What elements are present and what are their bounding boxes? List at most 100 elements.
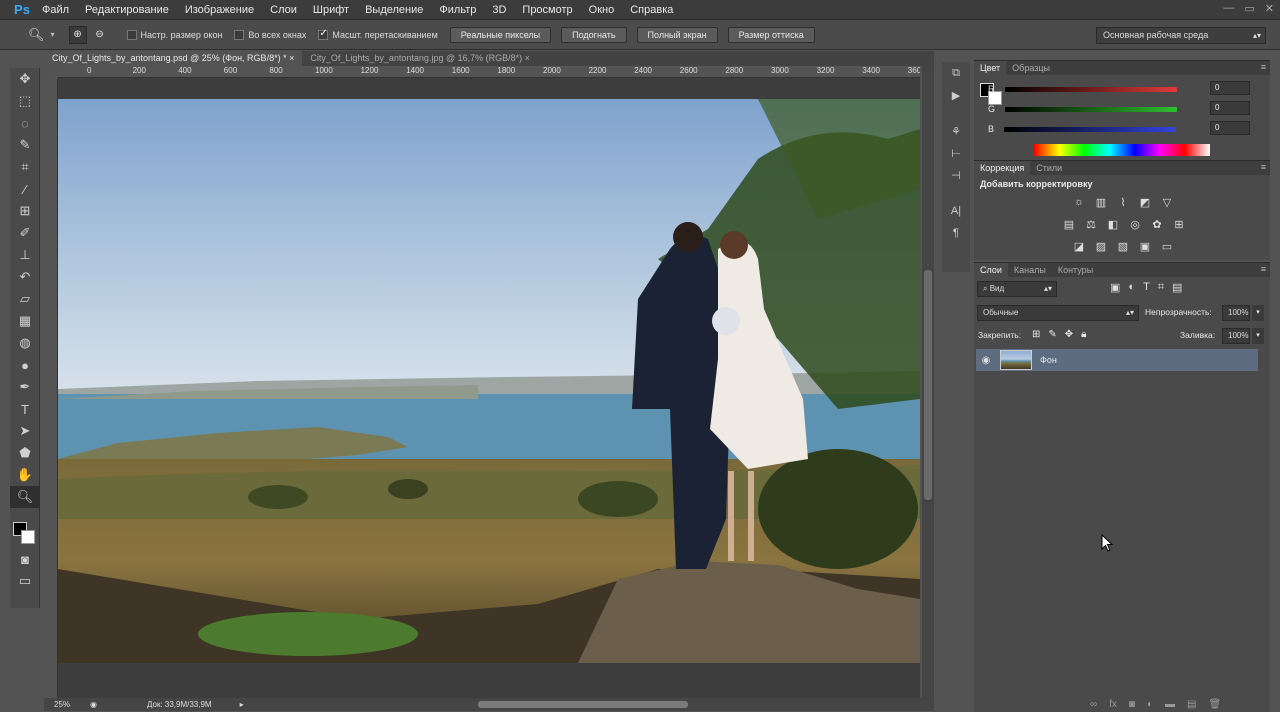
layer-style-icon[interactable]: fx	[1109, 699, 1117, 710]
all-windows-checkbox[interactable]: Во всех окнах	[234, 29, 306, 40]
lock-pixels-icon[interactable]: ✎	[1048, 329, 1056, 340]
tool-presets-icon[interactable]: ⚘	[942, 120, 970, 142]
horizontal-scroll-thumb[interactable]	[478, 701, 688, 708]
tool-preset-chevron-icon[interactable]: ▾	[51, 30, 55, 39]
character-icon[interactable]: A|	[942, 200, 970, 222]
status-arrow-icon[interactable]: ▸	[240, 700, 244, 709]
pixel-filter-icon[interactable]: ▣	[1110, 281, 1120, 294]
tab-jpg[interactable]: City_Of_Lights_by_antontang.jpg @ 16,7% …	[302, 51, 538, 66]
paragraph-icon[interactable]: ¶	[942, 222, 970, 244]
tab-paths[interactable]: Контуры	[1052, 263, 1099, 277]
zoom-level[interactable]: 25%	[54, 700, 84, 709]
menu-filter[interactable]: Фильтр	[431, 0, 484, 20]
lock-all-icon[interactable]: 🔒︎	[1081, 329, 1086, 340]
lock-transparency-icon[interactable]: ⊞	[1032, 329, 1040, 340]
close-icon[interactable]: ✕	[1265, 2, 1274, 15]
panel-menu-icon[interactable]: ≡	[1261, 62, 1266, 72]
shape-tool-icon[interactable]: ⬟	[10, 442, 40, 464]
history-brush-tool-icon[interactable]: ↶	[10, 266, 40, 288]
workspace-select[interactable]: Основная рабочая среда ▴▾	[1096, 27, 1266, 44]
shape-filter-icon[interactable]: ⌗	[1158, 281, 1164, 294]
menu-image[interactable]: Изображение	[177, 0, 262, 20]
maximize-icon[interactable]: ▭	[1244, 2, 1254, 15]
color-lookup-icon[interactable]: ⊞	[1169, 216, 1189, 232]
gradient-tool-icon[interactable]: ▦	[10, 310, 40, 332]
menu-type[interactable]: Шрифт	[305, 0, 357, 20]
resize-windows-checkbox[interactable]: Настр. размер окон	[126, 29, 222, 40]
eye-visibility-icon[interactable]: ◉	[976, 355, 996, 366]
green-value[interactable]: 0	[1210, 101, 1250, 115]
move-tool-icon[interactable]: ✥	[10, 68, 40, 90]
new-adjustment-icon[interactable]: ◐	[1147, 699, 1153, 710]
eraser-tool-icon[interactable]: ▱	[10, 288, 40, 310]
layer-mask-icon[interactable]: ◙	[1129, 699, 1135, 710]
close-tab-icon[interactable]: ×	[289, 53, 294, 63]
zoom-tool-icon[interactable]: 🔍︎	[28, 27, 45, 43]
opacity-input[interactable]: 100%	[1222, 305, 1250, 321]
healing-brush-tool-icon[interactable]: ⊞	[10, 200, 40, 222]
tab-swatches[interactable]: Образцы	[1006, 61, 1056, 75]
document-image[interactable]	[58, 99, 920, 663]
close-tab-icon[interactable]: ×	[525, 53, 530, 63]
menu-help[interactable]: Справка	[622, 0, 681, 20]
hand-tool-icon[interactable]: ✋	[10, 464, 40, 486]
menu-view[interactable]: Просмотр	[514, 0, 580, 20]
blue-value[interactable]: 0	[1210, 121, 1250, 135]
blend-mode-select[interactable]: Обычные ▴▾	[977, 305, 1139, 321]
posterize-icon[interactable]: ▨	[1091, 238, 1111, 254]
actions-icon[interactable]: ▶	[942, 84, 970, 106]
black-white-icon[interactable]: ◧	[1103, 216, 1123, 232]
link-layers-icon[interactable]: ∞	[1090, 699, 1097, 710]
green-slider[interactable]: G	[988, 102, 1178, 116]
brush-icon[interactable]: ⊢	[942, 142, 970, 164]
fill-dropdown-icon[interactable]: ▾	[1252, 328, 1264, 344]
tab-styles[interactable]: Стили	[1030, 161, 1068, 175]
minimize-icon[interactable]: —	[1223, 2, 1234, 15]
quick-mask-icon[interactable]: ◙	[10, 548, 40, 570]
photo-filter-icon[interactable]: ◎	[1125, 216, 1145, 232]
vertical-scroll-thumb[interactable]	[924, 270, 932, 500]
pen-tool-icon[interactable]: ✒	[10, 376, 40, 398]
menu-layers[interactable]: Слои	[262, 0, 305, 20]
vibrance-icon[interactable]: ▽	[1157, 194, 1177, 210]
screen-mode-icon[interactable]: ▭	[10, 570, 40, 592]
layer-name[interactable]: Фон	[1040, 355, 1057, 365]
clone-stamp-tool-icon[interactable]: ⊥	[10, 244, 40, 266]
menu-window[interactable]: Окно	[581, 0, 623, 20]
selective-color-icon[interactable]: ▣	[1135, 238, 1155, 254]
panel-menu-icon[interactable]: ≡	[1261, 264, 1266, 274]
exposure-icon[interactable]: ◩	[1135, 194, 1155, 210]
print-size-button[interactable]: Размер оттиска	[727, 26, 815, 43]
lock-position-icon[interactable]: ✥	[1065, 329, 1073, 340]
type-filter-icon[interactable]: T	[1143, 281, 1150, 294]
fill-input[interactable]: 100%	[1222, 328, 1250, 344]
adjustment-filter-icon[interactable]: ◐	[1128, 281, 1135, 294]
menu-edit[interactable]: Редактирование	[77, 0, 177, 20]
zoom-tool-icon[interactable]: 🔍︎	[10, 486, 40, 508]
color-balance-icon[interactable]: ⚖	[1081, 216, 1101, 232]
lasso-tool-icon[interactable]: ◌	[10, 112, 40, 134]
red-value[interactable]: 0	[1210, 81, 1250, 95]
menu-file[interactable]: Файл	[34, 0, 77, 20]
layer-filter-select[interactable]: ⌕ Вид ▴▾	[977, 281, 1057, 297]
tab-psd[interactable]: City_Of_Lights_by_antontang.psd @ 25% (Ф…	[44, 51, 303, 66]
threshold-icon[interactable]: ▧	[1113, 238, 1133, 254]
color-spectrum-ramp[interactable]	[1034, 144, 1210, 156]
menu-select[interactable]: Выделение	[357, 0, 431, 20]
info-icon[interactable]: ◉	[90, 700, 97, 709]
new-group-icon[interactable]: ▬	[1165, 699, 1175, 710]
brightness-icon[interactable]: ☼	[1069, 194, 1089, 210]
clone-source-icon[interactable]: ⊣	[942, 164, 970, 186]
curves-icon[interactable]: ⌇	[1113, 194, 1133, 210]
crop-tool-icon[interactable]: ⌗	[10, 156, 40, 178]
gradient-map-icon[interactable]: ▭	[1157, 238, 1177, 254]
tab-channels[interactable]: Каналы	[1008, 263, 1052, 277]
invert-icon[interactable]: ◪	[1069, 238, 1089, 254]
eyedropper-tool-icon[interactable]: ⁄	[10, 178, 40, 200]
quick-select-tool-icon[interactable]: ✎	[10, 134, 40, 156]
fit-screen-button[interactable]: Подогнать	[561, 26, 627, 43]
tab-color[interactable]: Цвет	[974, 61, 1007, 75]
menu-3d[interactable]: 3D	[484, 0, 514, 20]
zoom-in-icon[interactable]: ⊕	[68, 25, 87, 44]
fill-screen-button[interactable]: Полный экран	[636, 26, 718, 43]
